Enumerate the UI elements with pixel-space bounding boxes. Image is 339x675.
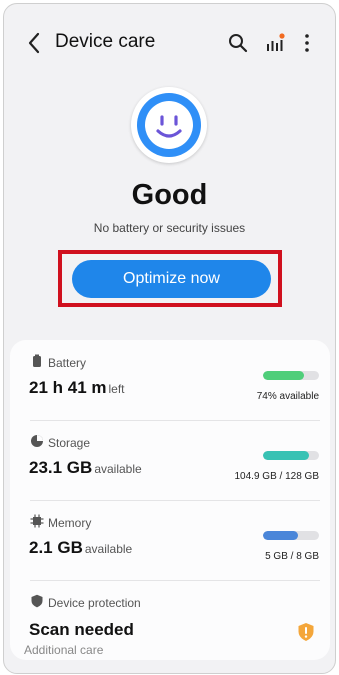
device-care-screen: Device care Good No battery or security … bbox=[3, 3, 336, 674]
storage-bar bbox=[263, 451, 319, 460]
storage-label: Storage bbox=[48, 436, 91, 450]
status-title: Good bbox=[131, 179, 208, 211]
optimize-now-button[interactable]: Optimize now bbox=[72, 260, 271, 298]
storage-value: 23.1 GB available bbox=[29, 458, 142, 477]
search-button[interactable] bbox=[225, 30, 251, 56]
memory-row[interactable]: Memory 2.1 GB available 5 GB / 8 GB bbox=[10, 500, 330, 580]
status-message: No battery or security issues bbox=[93, 221, 246, 235]
memory-chip-icon bbox=[30, 514, 44, 528]
memory-label: Memory bbox=[48, 516, 92, 530]
battery-value: 21 h 41 m left bbox=[29, 378, 125, 397]
more-options-button[interactable] bbox=[294, 30, 320, 56]
back-arrow-icon bbox=[28, 32, 40, 54]
storage-row[interactable]: Storage 23.1 GB available 104.9 GB / 128 … bbox=[10, 420, 330, 500]
memory-bar-fill bbox=[263, 531, 298, 540]
search-icon bbox=[229, 34, 248, 53]
app-header: Device care bbox=[4, 4, 335, 84]
scan-status: Scan needed bbox=[29, 620, 134, 639]
storage-meta: 104.9 GB / 128 GB bbox=[234, 471, 320, 482]
back-button[interactable] bbox=[22, 28, 46, 58]
battery-unit: left bbox=[108, 382, 125, 396]
memory-meta: 5 GB / 8 GB bbox=[265, 551, 319, 562]
statistics-button[interactable] bbox=[262, 30, 288, 56]
battery-bar bbox=[263, 371, 319, 380]
notification-dot-icon bbox=[279, 33, 285, 39]
battery-row[interactable]: Battery 21 h 41 m left 74% available bbox=[10, 340, 330, 420]
page-title: Device care bbox=[55, 31, 156, 52]
care-items-card: Battery 21 h 41 m left 74% available Stor… bbox=[10, 340, 330, 660]
battery-meta: 74% available bbox=[256, 391, 319, 402]
memory-bar bbox=[263, 531, 319, 540]
smiley-ring bbox=[131, 87, 207, 163]
battery-icon bbox=[33, 354, 41, 367]
battery-label: Battery bbox=[48, 356, 87, 370]
additional-care-label: Additional care bbox=[24, 643, 104, 657]
storage-bar-fill bbox=[263, 451, 309, 460]
device-protection-label: Device protection bbox=[48, 596, 141, 610]
memory-value: 2.1 GB available bbox=[29, 538, 133, 557]
storage-icon bbox=[31, 435, 43, 447]
memory-unit: available bbox=[84, 542, 133, 556]
shield-icon bbox=[31, 594, 43, 608]
storage-unit: available bbox=[94, 462, 142, 476]
smiley-face-icon bbox=[137, 93, 201, 157]
signal-bars-icon bbox=[267, 33, 285, 51]
warning-shield-icon bbox=[298, 623, 314, 641]
more-vertical-icon bbox=[305, 34, 309, 52]
battery-bar-fill bbox=[263, 371, 305, 380]
